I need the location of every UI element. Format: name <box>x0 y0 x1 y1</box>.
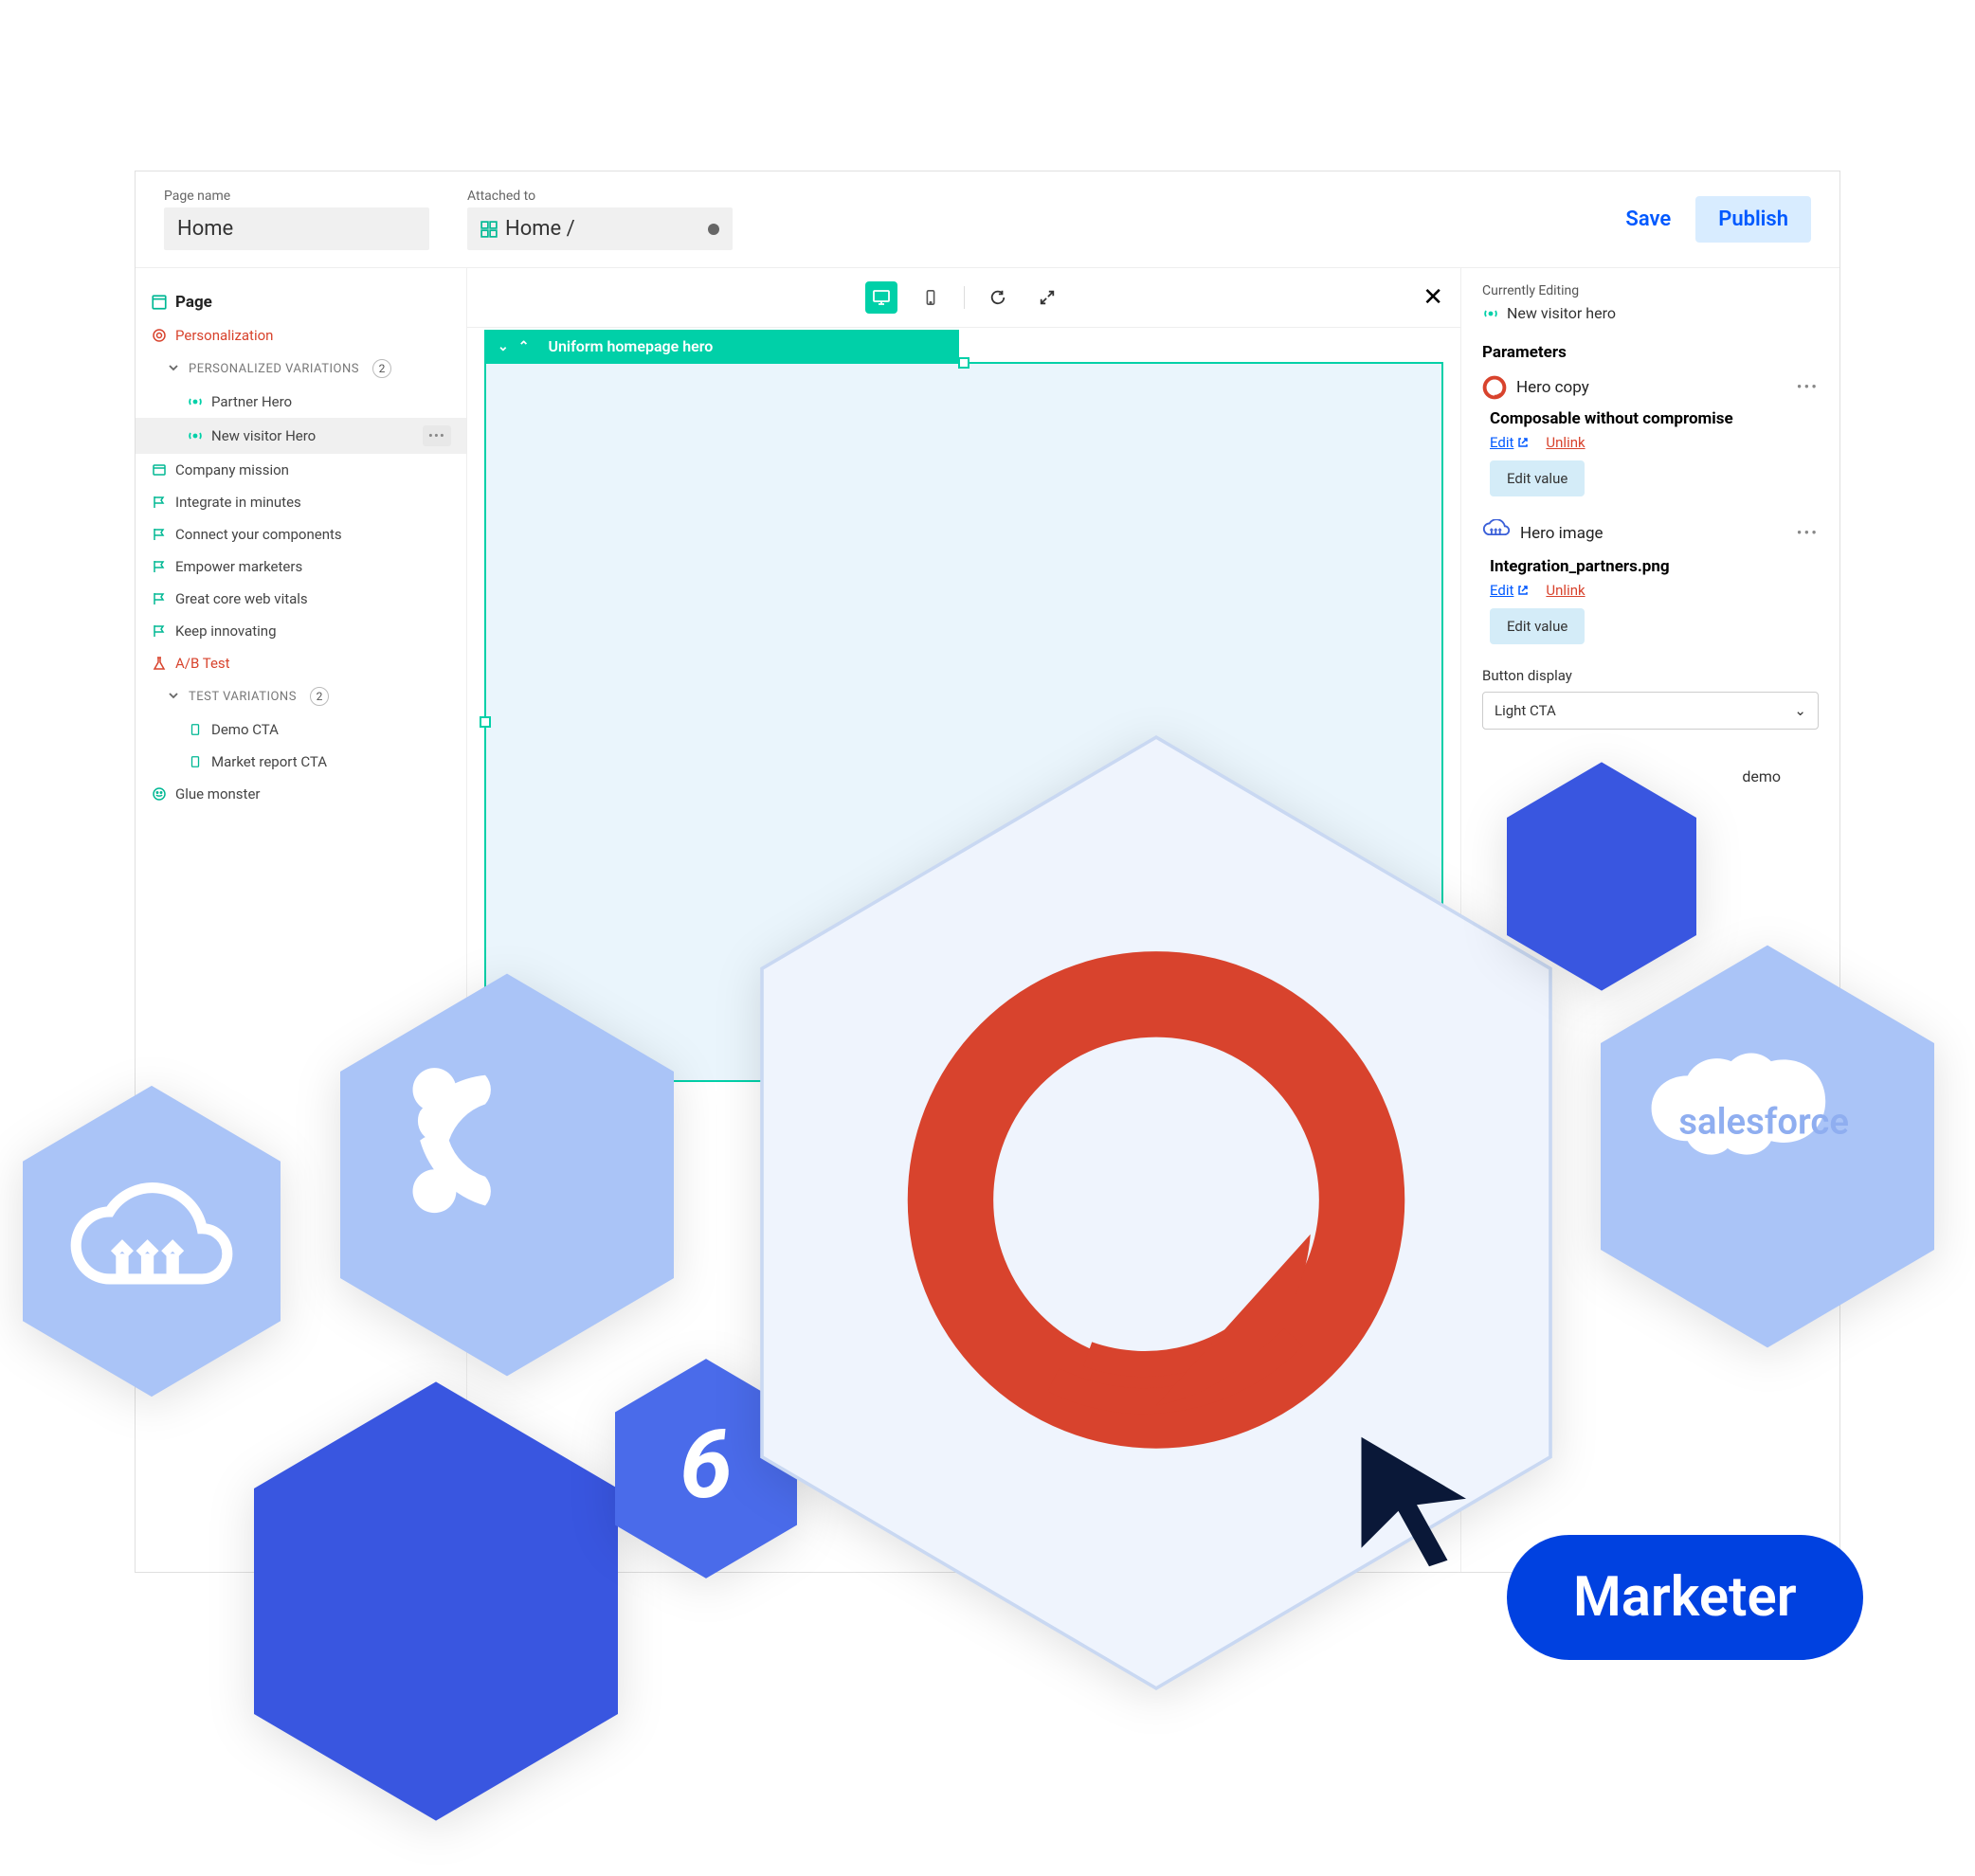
chevron-up-icon[interactable]: ⌃ <box>518 339 530 354</box>
tree-market-cta[interactable]: Market report CTA <box>136 746 466 778</box>
page-icon <box>151 294 168 311</box>
hero-image-file: Integration_partners.png <box>1482 557 1819 576</box>
flag-icon <box>151 558 168 575</box>
tree-demo-cta[interactable]: Demo CTA <box>136 713 466 746</box>
mobile-view-button[interactable] <box>915 281 947 314</box>
hero-copy-title: Composable without compromise <box>1482 409 1819 428</box>
attached-to-input[interactable]: Home / <box>467 207 733 250</box>
signal-icon <box>1482 305 1499 322</box>
tree-pv-heading[interactable]: PERSONALIZED VARIATIONS 2 <box>136 352 466 386</box>
signal-icon <box>187 393 204 410</box>
doc-icon <box>187 753 204 770</box>
marketer-badge: Marketer <box>1507 1535 1863 1660</box>
flag-icon <box>151 590 168 607</box>
desktop-view-button[interactable] <box>865 281 897 314</box>
top-bar: Page name Home Attached to Home / Save P… <box>136 171 1839 268</box>
param-hero-copy: Hero copy ••• Composable without comprom… <box>1482 375 1819 496</box>
close-button[interactable]: ✕ <box>1422 283 1443 312</box>
more-icon[interactable]: ••• <box>1797 524 1819 543</box>
block-header: ⌄ ⌃ Uniform homepage hero <box>484 330 959 363</box>
contentful-hex-icon <box>322 966 692 1383</box>
currently-editing-value: New visitor hero <box>1482 304 1819 322</box>
tree-glue-monster[interactable]: Glue monster <box>136 778 466 810</box>
button-display-label: Button display <box>1482 667 1819 684</box>
svg-text:salesforce: salesforce <box>1678 1102 1849 1144</box>
resize-handle-left[interactable] <box>480 716 491 728</box>
blue-hex-icon <box>237 1374 635 1829</box>
tv-count-badge: 2 <box>310 687 329 706</box>
publish-button[interactable]: Publish <box>1695 196 1811 243</box>
smile-icon <box>151 785 168 803</box>
resize-handle-top[interactable] <box>958 357 969 369</box>
page-name-label: Page name <box>164 189 429 204</box>
chevron-down-icon[interactable]: ⌄ <box>498 339 509 354</box>
cloudinary-hex-icon <box>9 1080 294 1402</box>
edit-value-button[interactable]: Edit value <box>1490 460 1585 496</box>
unlink-link[interactable]: Unlink <box>1546 434 1585 451</box>
tree-new-visitor-hero[interactable]: New visitor Hero ••• <box>136 418 466 454</box>
flask-icon <box>151 655 168 672</box>
flag-icon <box>151 526 168 543</box>
chevron-down-icon: ⌄ <box>1794 702 1806 719</box>
tree-innovating[interactable]: Keep innovating <box>136 615 466 647</box>
pv-count-badge: 2 <box>372 359 391 378</box>
canvas-toolbar: ✕ <box>467 268 1460 328</box>
attached-to-field: Attached to Home / <box>467 189 733 250</box>
page-name-field: Page name Home <box>164 189 429 250</box>
parameters-heading: Parameters <box>1482 343 1819 362</box>
tree-partner-hero[interactable]: Partner Hero <box>136 386 466 418</box>
chevron-down-icon <box>168 690 181 703</box>
cursor-icon <box>1355 1431 1478 1577</box>
edit-link[interactable]: Edit <box>1490 434 1529 451</box>
card-icon <box>151 461 168 478</box>
doc-icon <box>187 721 204 738</box>
page-name-input[interactable]: Home <box>164 207 429 250</box>
edit-value-button[interactable]: Edit value <box>1490 608 1585 644</box>
tree-connect[interactable]: Connect your components <box>136 518 466 550</box>
tree-personalization[interactable]: Personalization <box>136 319 466 352</box>
save-button[interactable]: Save <box>1612 198 1684 241</box>
expand-button[interactable] <box>1031 281 1063 314</box>
grid-icon <box>480 221 498 238</box>
toolbar-divider <box>964 286 965 309</box>
flag-icon <box>151 622 168 640</box>
refresh-button[interactable] <box>982 281 1014 314</box>
tree-page[interactable]: Page <box>136 285 466 319</box>
target-icon <box>151 327 168 344</box>
unlink-link[interactable]: Unlink <box>1546 582 1585 599</box>
currently-editing-label: Currently Editing <box>1482 283 1819 298</box>
attached-to-value: Home / <box>505 217 575 241</box>
param-hero-image: Hero image ••• Integration_partners.png … <box>1482 519 1819 644</box>
signal-icon <box>187 427 204 444</box>
status-dot-icon <box>708 224 719 235</box>
tree-vitals[interactable]: Great core web vitals <box>136 583 466 615</box>
salesforce-hex-icon: salesforce <box>1583 938 1952 1355</box>
tree-empower[interactable]: Empower marketers <box>136 550 466 583</box>
tree-integrate[interactable]: Integrate in minutes <box>136 486 466 518</box>
tree-tv-heading[interactable]: TEST VARIATIONS 2 <box>136 679 466 713</box>
edit-link[interactable]: Edit <box>1490 582 1529 599</box>
tree-ab-test[interactable]: A/B Test <box>136 647 466 679</box>
cloudinary-icon <box>1482 519 1511 548</box>
tree-company-mission[interactable]: Company mission <box>136 454 466 486</box>
attached-to-label: Attached to <box>467 189 733 204</box>
flag-icon <box>151 494 168 511</box>
chevron-down-icon <box>168 362 181 375</box>
more-icon[interactable]: ••• <box>423 425 451 446</box>
sitecore-icon <box>1482 375 1507 400</box>
more-icon[interactable]: ••• <box>1797 378 1819 397</box>
